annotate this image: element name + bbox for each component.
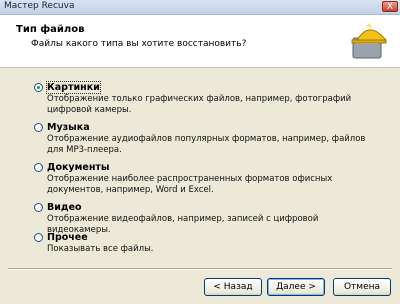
page-title: Тип файлов: [16, 24, 85, 35]
option-documents-label[interactable]: Документы: [47, 162, 110, 173]
option-pictures-label[interactable]: Картинки: [46, 81, 101, 94]
cancel-button[interactable]: Отмена: [333, 278, 391, 296]
file-type-options: Картинки Отображение только графических …: [0, 68, 400, 266]
option-pictures-description: Отображение только графических файлов, н…: [47, 94, 352, 115]
back-button[interactable]: < Назад: [204, 278, 262, 296]
radio-video[interactable]: [34, 203, 43, 212]
title-bar[interactable]: Мастер Recuva X: [0, 0, 400, 15]
wizard-window: Мастер Recuva X Тип файлов Файлы какого …: [0, 0, 400, 304]
wizard-header: Тип файлов Файлы какого типа вы хотите в…: [0, 15, 400, 68]
radio-other[interactable]: [34, 233, 43, 242]
option-video-description: Отображение видеофайлов, например, запис…: [47, 214, 319, 235]
option-other-description: Показывать все файлы.: [47, 244, 154, 254]
option-video-label[interactable]: Видео: [47, 202, 82, 213]
option-other-label[interactable]: Прочее: [47, 232, 88, 243]
footer-divider: [8, 268, 392, 270]
recuva-logo-icon: [351, 23, 388, 59]
window-title: Мастер Recuva: [4, 1, 75, 11]
option-music-label[interactable]: Музыка: [47, 122, 90, 133]
page-subtitle: Файлы какого типа вы хотите восстановить…: [31, 39, 247, 49]
next-button[interactable]: Далее >: [267, 278, 325, 296]
option-documents-description: Отображение наиболее распространенных фо…: [47, 174, 333, 195]
radio-music[interactable]: [34, 123, 43, 132]
close-button[interactable]: X: [382, 1, 398, 12]
option-music-description: Отображение аудиофайлов популярных форма…: [47, 134, 366, 155]
radio-documents[interactable]: [34, 163, 43, 172]
radio-pictures[interactable]: [34, 83, 43, 92]
